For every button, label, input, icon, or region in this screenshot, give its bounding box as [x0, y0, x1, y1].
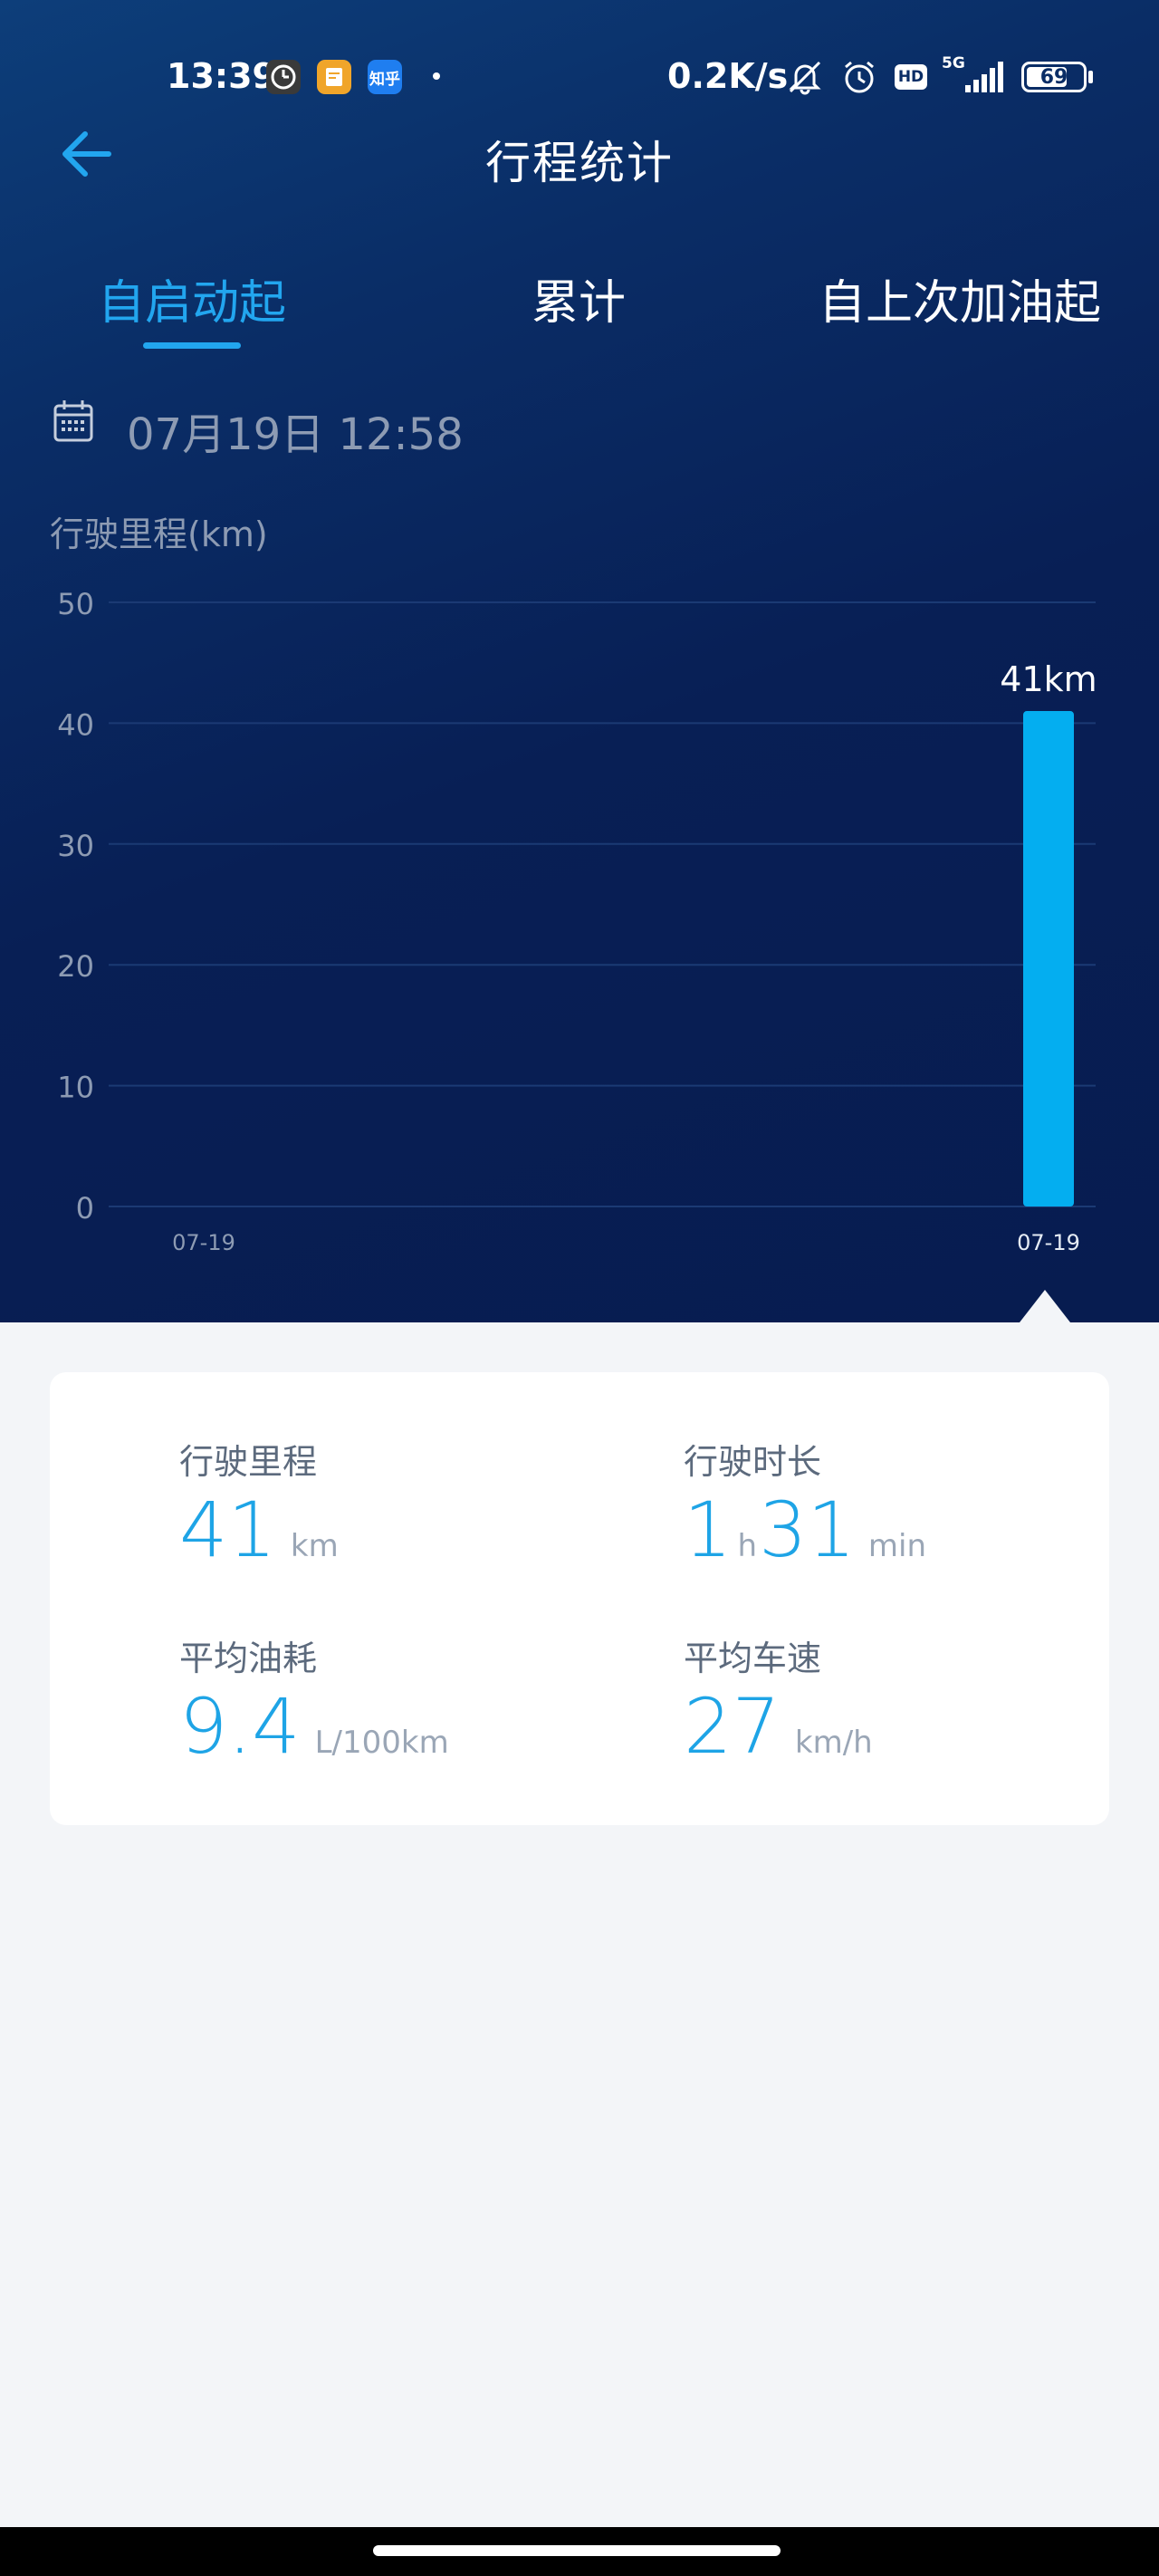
chart-y-tick-label: 0	[76, 1191, 94, 1226]
hd-icon: HD	[893, 60, 929, 94]
stat-speed: 平均车速 27 km/h	[684, 1630, 873, 1771]
chart-y-tick-label: 10	[57, 1071, 94, 1105]
mute-icon	[784, 60, 826, 95]
stat-speed-label: 平均车速	[684, 1639, 822, 1678]
tab-since-start[interactable]: 自启动起	[98, 264, 286, 332]
date-label[interactable]: 07月19日 12:58	[127, 399, 464, 462]
hd-label: HD	[897, 68, 924, 86]
stat-fuel-value: 9.4	[179, 1682, 301, 1771]
stat-fuel: 平均油耗 9.4 L/100km	[179, 1630, 449, 1771]
selected-bar-pointer	[1020, 1290, 1070, 1322]
clock-app-icon	[266, 60, 301, 94]
page-title: 行程统计	[485, 137, 674, 189]
tab-cumulative[interactable]: 累计	[532, 264, 626, 332]
chart-y-axis-label: 行驶里程(km)	[50, 514, 268, 554]
calendar-icon[interactable]	[53, 399, 94, 444]
stat-duration-hours: 1	[684, 1485, 733, 1574]
stat-duration-label: 行驶时长	[684, 1442, 822, 1482]
battery-cap	[1088, 71, 1093, 83]
stat-speed-unit: km/h	[794, 1725, 873, 1761]
battery-level: 69	[1039, 65, 1068, 89]
trip-stats-card: 行驶里程 41 km 行驶时长 1 h31 min 平均油耗 9.4 L/100km 平…	[50, 1372, 1109, 1825]
notification-dot-icon	[433, 72, 440, 80]
chart-bar[interactable]	[1023, 711, 1074, 1206]
stat-distance-value: 41	[179, 1485, 276, 1574]
chart-y-tick-label: 50	[57, 587, 94, 621]
battery-icon: 69	[1021, 62, 1087, 92]
signal-icon: 5G	[942, 54, 1005, 94]
chart-x-tick-label: 07-19	[172, 1230, 235, 1255]
stat-fuel-unit: L/100km	[314, 1725, 449, 1761]
chart-y-tick-label: 20	[57, 949, 94, 984]
stat-distance-unit: km	[290, 1528, 339, 1564]
notes-app-icon	[317, 60, 351, 94]
stat-distance-label: 行驶里程	[179, 1442, 318, 1482]
stat-duration: 行驶时长 1 h31 min	[684, 1434, 928, 1574]
alarm-icon	[840, 60, 878, 94]
chart-data-label: 41km	[1000, 659, 1097, 699]
status-time: 13:39	[167, 56, 276, 96]
stat-fuel-label: 平均油耗	[179, 1639, 318, 1678]
network-speed: 0.2K/s	[667, 56, 789, 96]
tab-indicator	[143, 342, 241, 349]
home-indicator[interactable]	[373, 2545, 781, 2556]
chart-y-tick-label: 40	[57, 707, 94, 742]
stat-duration-hours-unit: h	[737, 1528, 758, 1564]
tab-since-refuel[interactable]: 自上次加油起	[819, 264, 1101, 332]
chart-x-tick-label: 07-19	[1017, 1230, 1080, 1255]
zhihu-app-label: 知乎	[369, 70, 400, 89]
stat-duration-minutes: 31	[759, 1485, 856, 1574]
chart-y-tick-label: 30	[57, 829, 94, 863]
mileage-chart: 行驶里程(km) 0 10 20 30 40 50 41km 07-19 07-19	[50, 514, 1097, 1255]
stat-speed-value: 27	[684, 1682, 781, 1771]
zhihu-app-icon: 知乎	[368, 60, 402, 94]
stat-duration-minutes-unit: min	[867, 1528, 927, 1564]
stat-distance: 行驶里程 41 km	[179, 1434, 339, 1574]
